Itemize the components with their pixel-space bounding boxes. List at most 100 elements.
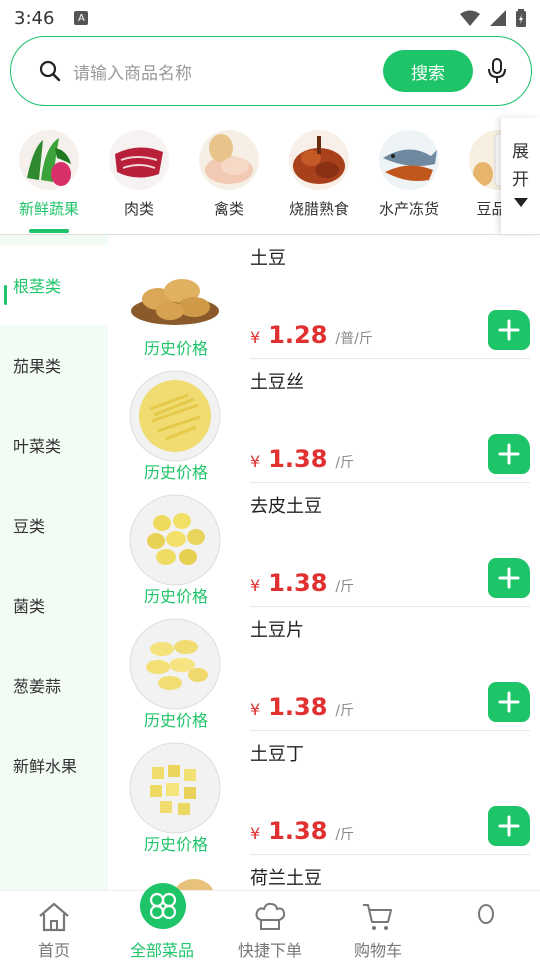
add-to-cart-button[interactable]	[488, 806, 530, 846]
status-icons	[460, 9, 526, 27]
nav-quick-order[interactable]: 快捷下单	[216, 891, 324, 960]
add-to-cart-button[interactable]	[488, 310, 530, 350]
category-roast[interactable]: 烧腊熟食	[274, 130, 364, 219]
currency-symbol: ¥	[250, 576, 261, 595]
product-price: ¥ 1.28 /普/斤	[250, 321, 373, 349]
history-price-link[interactable]: 历史价格	[108, 583, 244, 607]
product-name: 土豆丁	[250, 744, 304, 765]
home-icon	[34, 899, 74, 935]
microphone-icon[interactable]	[485, 57, 509, 85]
add-to-cart-button[interactable]	[488, 682, 530, 722]
signal-icon	[490, 10, 506, 26]
plus-icon	[498, 319, 520, 341]
price-unit: /普/斤	[335, 331, 373, 347]
status-time: 3:46	[14, 7, 55, 29]
chef-hat-icon	[250, 899, 290, 935]
product-name: 土豆片	[250, 620, 304, 641]
product-item[interactable]: 历史价格 土豆片 ¥ 1.38 /斤	[108, 607, 540, 731]
product-image	[128, 493, 222, 587]
sidebar-item-fruiting-vegetables[interactable]: 茄果类	[0, 325, 108, 405]
category-label: 烧腊熟食	[288, 200, 349, 218]
nav-home[interactable]: 首页	[0, 891, 108, 960]
price-value: 1.38	[268, 817, 328, 845]
price-value: 1.38	[268, 445, 328, 473]
wifi-icon	[460, 10, 480, 26]
product-name: 荷兰土豆	[250, 868, 322, 889]
plus-icon	[498, 443, 520, 465]
product-price: ¥ 1.38 /斤	[250, 817, 354, 845]
history-price-link[interactable]: 历史价格	[108, 831, 244, 855]
product-item[interactable]: 历史价格 土豆丁 ¥ 1.38 /斤	[108, 731, 540, 855]
nav-label: 购物车	[353, 941, 402, 960]
currency-symbol: ¥	[250, 328, 261, 347]
search-bar: 请输入商品名称 搜索	[10, 36, 532, 106]
product-list: 历史价格 土豆 ¥ 1.28 /普/斤 历史价格 土豆丝 ¥ 1.38 /斤 历…	[108, 235, 540, 890]
category-poultry[interactable]: 禽类	[184, 130, 274, 219]
plus-icon	[498, 567, 520, 589]
price-unit: /斤	[335, 703, 355, 719]
price-unit: /斤	[335, 827, 355, 843]
price-value: 1.38	[268, 569, 328, 597]
category-meat[interactable]: 肉类	[94, 130, 184, 219]
clover-icon[interactable]	[140, 883, 186, 929]
product-item[interactable]: 历史价格 土豆 ¥ 1.28 /普/斤	[108, 235, 540, 359]
sidebar-item-mushrooms[interactable]: 菌类	[0, 565, 108, 645]
plus-icon	[498, 815, 520, 837]
meat-icon	[109, 130, 169, 190]
nav-profile[interactable]	[432, 891, 540, 960]
price-unit: /斤	[335, 455, 355, 471]
product-name: 土豆丝	[250, 372, 304, 393]
category-strip: 新鲜蔬果 肉类 禽类 烧腊熟食 水产冻货 豆品蛋	[0, 118, 540, 234]
product-image	[128, 741, 222, 835]
sidebar-item-fresh-fruit[interactable]: 新鲜水果	[0, 725, 108, 805]
category-seafood[interactable]: 水产冻货	[364, 130, 454, 219]
product-image	[128, 617, 222, 711]
sidebar-item-leafy-vegetables[interactable]: 叶菜类	[0, 405, 108, 485]
subcategory-sidebar: 根茎类 茄果类 叶菜类 豆类 菌类 葱姜蒜 新鲜水果	[0, 235, 108, 890]
nav-label: 快捷下单	[237, 941, 302, 960]
product-price: ¥ 1.38 /斤	[250, 569, 354, 597]
profile-icon	[466, 899, 506, 935]
a-icon: A	[74, 11, 89, 25]
triangle-down-icon	[513, 198, 528, 207]
status-bar: 3:46 A	[0, 0, 540, 36]
product-price: ¥ 1.38 /斤	[250, 445, 354, 473]
seafood-icon	[379, 130, 439, 190]
currency-symbol: ¥	[250, 824, 261, 843]
battery-icon	[516, 9, 526, 27]
poultry-icon	[199, 130, 259, 190]
sidebar-item-root-vegetables[interactable]: 根茎类	[0, 245, 108, 325]
nav-label: 全部菜品	[129, 941, 194, 960]
category-label: 禽类	[213, 200, 244, 218]
category-vegetables[interactable]: 新鲜蔬果	[4, 130, 94, 233]
category-label: 新鲜蔬果	[18, 200, 79, 218]
category-label: 水产冻货	[378, 200, 439, 218]
history-price-link[interactable]: 历史价格	[108, 459, 244, 483]
search-button[interactable]: 搜索	[383, 50, 473, 92]
add-to-cart-button[interactable]	[488, 434, 530, 474]
search-input[interactable]: 请输入商品名称	[73, 59, 383, 84]
product-price: ¥ 1.38 /斤	[250, 693, 354, 721]
history-price-link[interactable]: 历史价格	[108, 335, 244, 359]
product-image	[128, 369, 222, 463]
sidebar-item-beans[interactable]: 豆类	[0, 485, 108, 565]
expand-button[interactable]: 展 开	[501, 118, 540, 234]
price-unit: /斤	[335, 579, 355, 595]
price-value: 1.28	[268, 321, 328, 349]
sidebar-item-onion-ginger-garlic[interactable]: 葱姜蒜	[0, 645, 108, 725]
category-active-indicator	[29, 229, 69, 233]
nav-cart[interactable]: 购物车	[324, 891, 432, 960]
product-name: 去皮土豆	[250, 496, 322, 517]
product-item[interactable]: 历史价格 土豆丝 ¥ 1.38 /斤	[108, 359, 540, 483]
category-label: 肉类	[123, 200, 154, 218]
currency-symbol: ¥	[250, 452, 261, 471]
bottom-nav: 首页 全部菜品 快捷下单 购物车	[0, 890, 540, 960]
cart-icon	[358, 899, 398, 935]
product-item[interactable]: 历史价格 去皮土豆 ¥ 1.38 /斤	[108, 483, 540, 607]
currency-symbol: ¥	[250, 700, 261, 719]
history-price-link[interactable]: 历史价格	[108, 707, 244, 731]
vegetables-icon	[19, 130, 79, 190]
expand-label-1: 展	[512, 142, 529, 162]
nav-label: 首页	[37, 941, 70, 960]
add-to-cart-button[interactable]	[488, 558, 530, 598]
